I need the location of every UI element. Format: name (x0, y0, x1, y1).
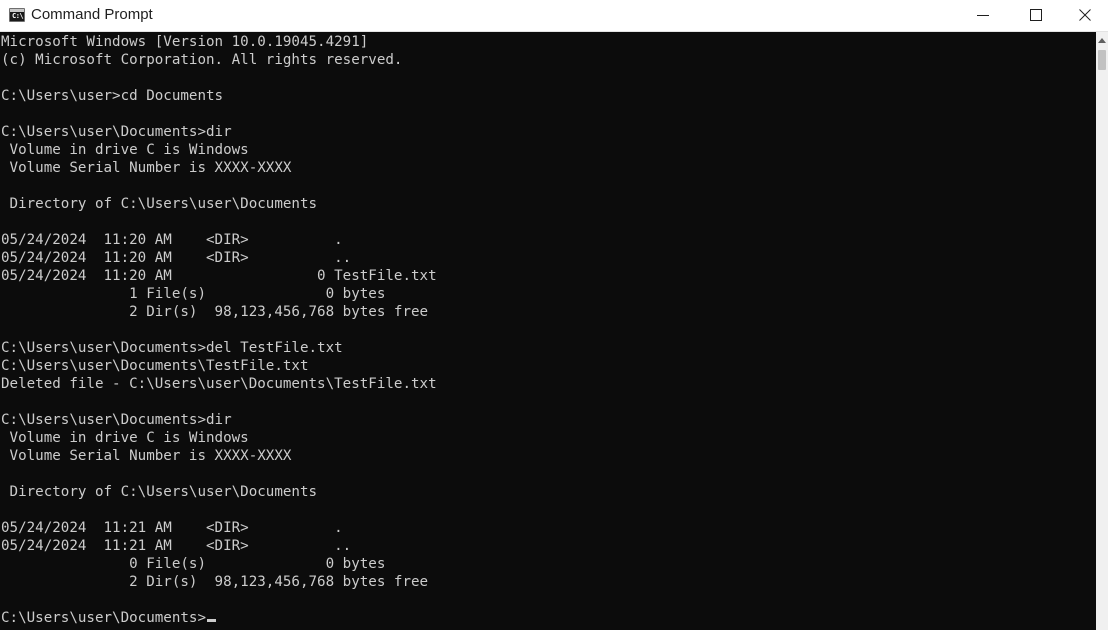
console-line: 0 File(s) 0 bytes (1, 556, 386, 572)
console-text: Microsoft Windows [Version 10.0.19045.42… (1, 33, 437, 627)
console-line: C:\Users\user\Documents>del TestFile.txt (1, 340, 343, 356)
close-icon (1079, 9, 1091, 21)
app-icon-glyph: C:\ (12, 12, 24, 20)
console-line: C:\Users\user\Documents\TestFile.txt (1, 358, 309, 374)
maximize-icon (1030, 9, 1042, 21)
chevron-up-icon (1098, 38, 1106, 43)
console-line: C:\Users\user\Documents>dir (1, 412, 232, 428)
scrollbar-thumb[interactable] (1098, 50, 1106, 70)
console-line: Deleted file - C:\Users\user\Documents\T… (1, 376, 437, 392)
console-line: Volume Serial Number is XXXX-XXXX (1, 160, 292, 176)
console-line: Directory of C:\Users\user\Documents (1, 196, 318, 212)
console-line: 05/24/2024 11:20 AM <DIR> . (1, 232, 343, 248)
console-line: Volume Serial Number is XXXX-XXXX (1, 448, 292, 464)
console-line: (c) Microsoft Corporation. All rights re… (1, 52, 403, 68)
text-cursor (207, 619, 216, 622)
vertical-scrollbar[interactable] (1096, 32, 1108, 630)
console-line: Microsoft Windows [Version 10.0.19045.42… (1, 34, 369, 50)
console-line: 05/24/2024 11:20 AM 0 TestFile.txt (1, 268, 437, 284)
console-line: Volume in drive C is Windows (1, 142, 249, 158)
maximize-button[interactable] (1013, 0, 1059, 31)
console-line: C:\Users\user\Documents>dir (1, 124, 232, 140)
minimize-button[interactable] (960, 0, 1006, 31)
command-prompt: C:\Users\user\Documents> (1, 610, 206, 626)
console-line: 05/24/2024 11:20 AM <DIR> .. (1, 250, 352, 266)
prompt-line[interactable]: C:\Users\user\Documents> (1, 609, 437, 627)
scroll-up-button[interactable] (1096, 32, 1108, 48)
command-prompt-icon[interactable]: C:\ (9, 8, 25, 22)
command-prompt-window: C:\ Command Prompt Microsoft Windows [Ve… (0, 0, 1108, 630)
console-line: 2 Dir(s) 98,123,456,768 bytes free (1, 304, 429, 320)
console-line: 05/24/2024 11:21 AM <DIR> . (1, 520, 343, 536)
console-output[interactable]: Microsoft Windows [Version 10.0.19045.42… (0, 32, 1096, 630)
console-line: Directory of C:\Users\user\Documents (1, 484, 318, 500)
window-title: Command Prompt (31, 6, 153, 23)
title-bar[interactable]: C:\ Command Prompt (0, 0, 1108, 32)
console-line: Volume in drive C is Windows (1, 430, 249, 446)
close-button[interactable] (1062, 0, 1108, 31)
console-line: C:\Users\user>cd Documents (1, 88, 224, 104)
console-line: 1 File(s) 0 bytes (1, 286, 386, 302)
minimize-icon (977, 15, 989, 16)
console-line: 2 Dir(s) 98,123,456,768 bytes free (1, 574, 429, 590)
console-line: 05/24/2024 11:21 AM <DIR> .. (1, 538, 352, 554)
